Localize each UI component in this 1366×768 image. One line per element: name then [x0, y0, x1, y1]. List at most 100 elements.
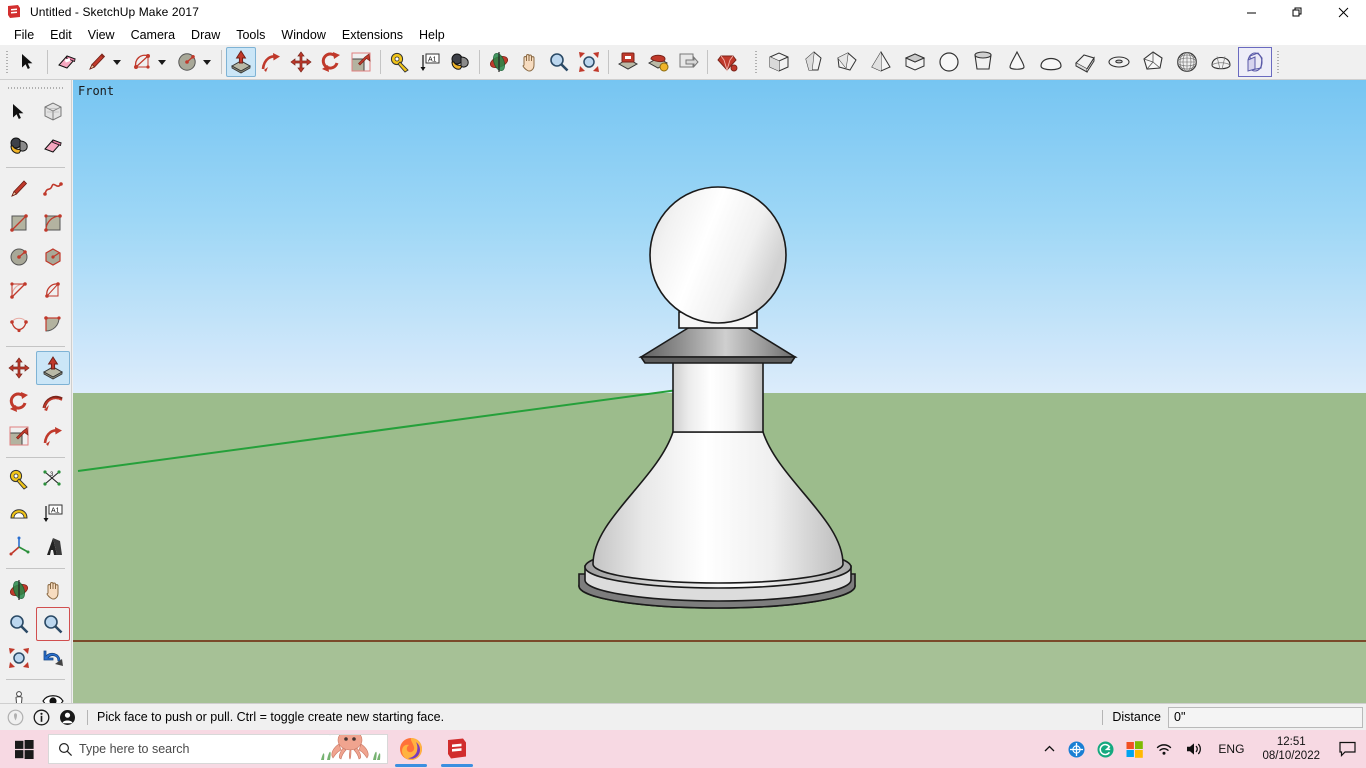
toolbar-3d-warehouse-button[interactable] [613, 47, 643, 77]
toolbar-arc-dropdown-caret[interactable] [158, 59, 166, 65]
toolbar-line-button[interactable] [82, 47, 112, 77]
toolbar-orbit-button[interactable] [484, 47, 514, 77]
tray-grammarly-icon[interactable] [1091, 730, 1120, 768]
shape-tube-button[interactable] [966, 47, 1000, 77]
toolbar-circle-button[interactable] [172, 47, 202, 77]
toolbar-circle-dropdown-caret[interactable] [203, 59, 211, 65]
left-arc-button[interactable] [2, 274, 36, 308]
shape-prism-button[interactable] [796, 47, 830, 77]
left-tape-measure-button[interactable] [2, 462, 36, 496]
shape-geodesic-sphere-button[interactable] [1170, 47, 1204, 77]
minimize-button[interactable] [1228, 0, 1274, 24]
toolbar-push-pull-button[interactable] [226, 47, 256, 77]
menu-camera[interactable]: Camera [123, 26, 183, 44]
windows-start-icon[interactable] [0, 730, 48, 768]
left-freehand-button[interactable] [36, 172, 70, 206]
left-push-pull-button[interactable] [35, 351, 70, 385]
toolbar-scale-button[interactable] [346, 47, 376, 77]
left-zoom-extents-button[interactable] [2, 641, 36, 675]
shape-polyhedron-button[interactable] [1136, 47, 1170, 77]
toolbar-line-dropdown-caret[interactable] [113, 59, 121, 65]
menu-tools[interactable]: Tools [228, 26, 273, 44]
shapes-toolbar-grip[interactable] [752, 49, 760, 75]
left-paint-bucket-button[interactable] [2, 129, 36, 163]
left-circle-button[interactable] [2, 240, 36, 274]
menu-file[interactable]: File [6, 26, 42, 44]
shape-cone-button[interactable] [1000, 47, 1034, 77]
left-protractor-button[interactable] [2, 496, 36, 530]
left-rotated-rectangle-button[interactable] [36, 206, 70, 240]
language-indicator[interactable]: ENG [1210, 742, 1252, 756]
taskbar-app-firefox[interactable] [388, 730, 434, 768]
left-text-button[interactable]: A1 [36, 496, 70, 530]
toolbar-dimension-button[interactable]: A1 [415, 47, 445, 77]
left-polygon-button[interactable] [36, 240, 70, 274]
close-button[interactable] [1320, 0, 1366, 24]
taskbar-search-input[interactable]: Type here to search [48, 734, 388, 764]
toolbar-tape-measure-button[interactable] [385, 47, 415, 77]
drawing-viewport[interactable]: Front [73, 80, 1366, 703]
action-center-icon[interactable] [1330, 730, 1364, 768]
wifi-icon[interactable] [1149, 730, 1179, 768]
menu-view[interactable]: View [80, 26, 123, 44]
toolbar-rotate-button[interactable] [316, 47, 346, 77]
left-axes-button[interactable] [2, 530, 36, 564]
left-three-point-arc-button[interactable] [2, 308, 36, 342]
toolbar-extension-warehouse-button[interactable] [712, 47, 742, 77]
left-two-point-arc-button[interactable] [36, 274, 70, 308]
left-dimensions-button[interactable]: 3 [36, 462, 70, 496]
left-make-component-button[interactable] [36, 95, 70, 129]
chess-pawn-model[interactable] [73, 80, 1366, 703]
toolbar-pan-button[interactable] [514, 47, 544, 77]
shape-wedge-button[interactable] [830, 47, 864, 77]
shape-shapes-overlay-button[interactable] [1238, 47, 1272, 77]
toolbar-grip[interactable] [3, 49, 11, 75]
left-rectangle-button[interactable] [2, 206, 36, 240]
toolbar-share-model-button[interactable] [643, 47, 673, 77]
volume-icon[interactable] [1179, 730, 1210, 768]
left-select-button[interactable] [2, 95, 36, 129]
left-previous-view-button[interactable] [36, 641, 70, 675]
toolbar-move-button[interactable] [286, 47, 316, 77]
left-line-button[interactable] [2, 172, 36, 206]
menu-help[interactable]: Help [411, 26, 453, 44]
left-follow-me-button[interactable] [36, 385, 70, 419]
shape-dome-button[interactable] [1034, 47, 1068, 77]
menu-extensions[interactable]: Extensions [334, 26, 411, 44]
toolbar-eraser-button[interactable] [52, 47, 82, 77]
toolbar-select-button[interactable] [13, 47, 43, 77]
tray-windows-colored-icon[interactable] [1120, 730, 1149, 768]
toolbar-paint-bucket-button[interactable] [445, 47, 475, 77]
show-hidden-icons-chevron-icon[interactable] [1037, 730, 1062, 768]
toolbar-follow-me-button[interactable] [256, 47, 286, 77]
menu-draw[interactable]: Draw [183, 26, 228, 44]
left-pie-button[interactable] [36, 308, 70, 342]
user-account-icon[interactable] [56, 706, 78, 728]
shape-faceted-dome-button[interactable] [1204, 47, 1238, 77]
left-toolbar-grip[interactable] [7, 84, 64, 92]
left-zoom-button[interactable] [2, 607, 36, 641]
left-offset-button[interactable] [36, 419, 70, 453]
menu-window[interactable]: Window [273, 26, 333, 44]
taskbar-app-sketchup[interactable] [434, 730, 480, 768]
left-scale-button[interactable] [2, 419, 36, 453]
restore-button[interactable] [1274, 0, 1320, 24]
shape-sphere-button[interactable] [932, 47, 966, 77]
shape-slab-button[interactable] [1068, 47, 1102, 77]
shape-cylinder-button[interactable] [898, 47, 932, 77]
toolbar-zoom-extents-button[interactable] [574, 47, 604, 77]
left-rotate-button[interactable] [2, 385, 36, 419]
left-pan-button[interactable] [36, 573, 70, 607]
left-move-button[interactable] [2, 351, 36, 385]
left-3d-text-button[interactable] [36, 530, 70, 564]
toolbar-share-component-button[interactable] [673, 47, 703, 77]
left-orbit-button[interactable] [2, 573, 36, 607]
toolbar-zoom-button[interactable] [544, 47, 574, 77]
taskbar-clock[interactable]: 12:51 08/10/2022 [1252, 730, 1330, 768]
shape-pyramid-button[interactable] [864, 47, 898, 77]
shape-box-button[interactable] [762, 47, 796, 77]
measurement-input[interactable]: 0" [1168, 706, 1363, 728]
tray-onedrive-like-blue-icon[interactable] [1062, 730, 1091, 768]
left-eraser-button[interactable] [36, 129, 70, 163]
left-zoom-window-button[interactable] [35, 607, 70, 641]
